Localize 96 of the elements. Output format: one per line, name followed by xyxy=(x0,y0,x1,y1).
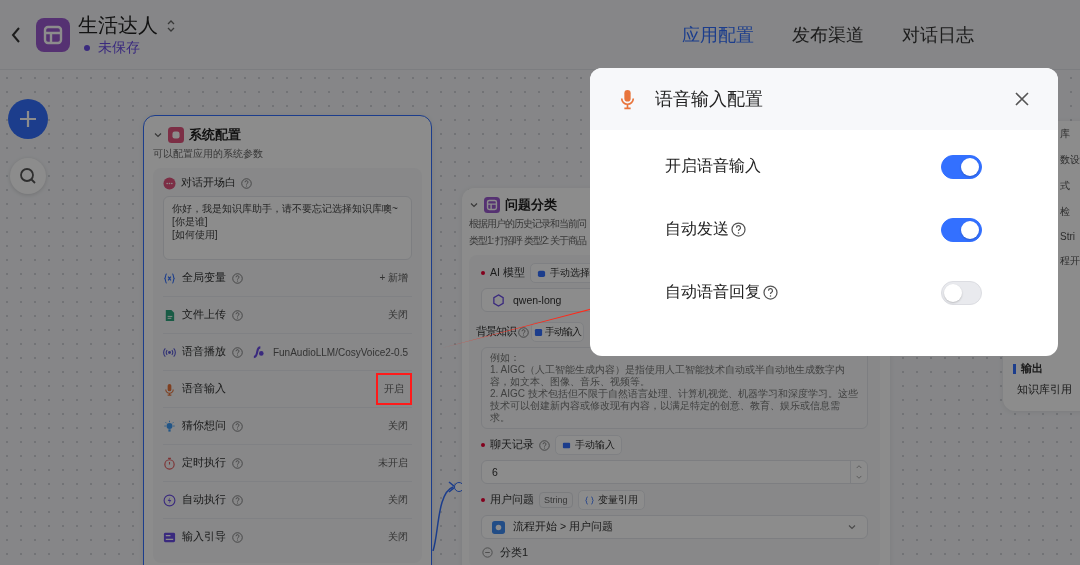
input-icon xyxy=(562,440,571,450)
lightbulb-icon xyxy=(163,419,176,433)
help-icon xyxy=(539,439,550,451)
setting-value[interactable]: 关闭 xyxy=(384,491,412,509)
setting-label: 自动语音回复 xyxy=(665,282,761,302)
node-text: 程开 xyxy=(1060,254,1080,268)
save-status: 未保存 xyxy=(98,39,140,57)
stopwatch-icon xyxy=(163,456,176,470)
input-icon xyxy=(534,327,543,337)
help-icon xyxy=(763,285,778,300)
node-text: 检 xyxy=(1060,205,1071,219)
mode-select[interactable]: 变量引用 xyxy=(577,490,645,510)
collapse-icon[interactable] xyxy=(469,200,479,210)
node-text: 库 xyxy=(1060,127,1071,141)
broadcast-icon xyxy=(163,345,176,359)
node-description: 根据用户的历史记录和当前问 xyxy=(469,217,586,231)
collapse-icon[interactable] xyxy=(153,130,163,140)
toggle-switch[interactable] xyxy=(941,154,982,179)
field-label: 背景知识 xyxy=(476,325,516,339)
setting-label: 全局变量 xyxy=(182,271,226,285)
node-description: 类型1: 打招呼 类型2: 关于商品 xyxy=(469,234,586,248)
node-title: 系统配置 xyxy=(189,126,241,144)
setting-value[interactable]: 开启 xyxy=(376,373,412,405)
setting-value[interactable]: FunAudioLLM/CosyVoice2-0.5 xyxy=(268,344,412,360)
setting-label: 猜你想问 xyxy=(182,419,226,433)
variable-select[interactable]: 流程开始 > 用户问题 xyxy=(481,515,868,539)
field-label: 对话开场白 xyxy=(181,176,236,190)
search-button[interactable] xyxy=(10,158,46,194)
close-icon[interactable] xyxy=(1014,91,1030,107)
mode-select[interactable]: 手动输入 xyxy=(555,435,622,455)
help-icon xyxy=(731,222,746,237)
type-tag: String xyxy=(539,492,573,508)
field-label: 用户问题 xyxy=(490,493,534,507)
model-logo-icon xyxy=(492,293,505,307)
setting-label: 自动发送 xyxy=(665,219,729,239)
node-title: 问题分类 xyxy=(505,196,557,214)
setting-value[interactable]: 关闭 xyxy=(384,528,412,546)
field-label: 知识库引用 xyxy=(1017,383,1072,395)
help-icon xyxy=(232,272,243,284)
nav-tab[interactable]: 应用配置 xyxy=(682,22,754,47)
start-node-icon xyxy=(492,520,505,534)
node-icon xyxy=(484,197,500,213)
node-icon xyxy=(168,127,184,143)
help-icon xyxy=(232,309,243,321)
setting-label: 自动执行 xyxy=(182,493,226,507)
help-icon xyxy=(232,346,243,358)
help-icon xyxy=(232,457,243,469)
robot-icon xyxy=(536,268,546,278)
microphone-icon xyxy=(163,382,176,396)
help-icon xyxy=(241,177,252,189)
setting-label: 文件上传 xyxy=(182,308,226,322)
keyboard-icon xyxy=(163,530,176,544)
search-icon xyxy=(18,166,38,186)
help-icon xyxy=(232,531,243,543)
nav-tab[interactable]: 对话日志 xyxy=(902,22,974,47)
music-note-icon xyxy=(251,345,265,359)
setting-value[interactable]: + 新增 xyxy=(375,269,412,287)
setting-value[interactable]: 未开启 xyxy=(374,454,412,472)
class-label: 分类1 xyxy=(500,545,529,560)
file-icon xyxy=(163,308,176,322)
setting-label: 输入引导 xyxy=(182,530,226,544)
mode-select[interactable]: 手动输入 xyxy=(531,322,584,342)
dialog-title: 语音输入配置 xyxy=(655,88,763,111)
minus-circle-icon[interactable] xyxy=(481,546,494,559)
nav-tab[interactable]: 发布渠道 xyxy=(792,22,864,47)
variable-icon xyxy=(584,495,594,505)
plus-icon xyxy=(18,109,38,129)
setting-label: 语音输入 xyxy=(182,382,226,396)
help-icon xyxy=(518,326,529,338)
status-dot xyxy=(84,45,90,51)
section-label: 输出 xyxy=(1021,361,1043,376)
field-label: AI 模型 xyxy=(490,266,525,280)
microphone-icon xyxy=(620,88,635,110)
variable-icon xyxy=(163,271,176,285)
node-text: 式 xyxy=(1060,179,1071,193)
setting-label: 语音播放 xyxy=(182,345,226,359)
chevron-down-icon xyxy=(847,522,857,532)
toggle-switch[interactable] xyxy=(941,217,982,242)
node-text: 数设 xyxy=(1060,153,1080,167)
setting-value[interactable]: 关闭 xyxy=(384,417,412,435)
setting-label: 开启语音输入 xyxy=(665,156,761,176)
help-icon xyxy=(232,420,243,432)
help-icon xyxy=(232,494,243,506)
node-text: Stri xyxy=(1060,231,1076,242)
app-name: 生活达人 xyxy=(78,13,158,38)
welcome-text-field[interactable]: 你好，我是知识库助手，请不要忘记选择知识库噢~ [你是谁] [如何使用] xyxy=(163,196,412,260)
number-input[interactable]: 6 xyxy=(481,460,868,484)
setting-label: 定时执行 xyxy=(182,456,226,470)
background-text-field[interactable]: 例如： 1. AIGC（人工智能生成内容）是指使用人工智能技术自动或半自动地生成数字内容，如文本、图像、音乐、视频等。 2. AIGC 技术包括但不限于自然语言处理、计算机视觉、机器学习和深度学习。这些技术可以创建新内容或修改现有内容，以满足特定的创意、教育、娱乐或信息需求。 xyxy=(481,347,868,429)
add-button[interactable] xyxy=(8,99,48,139)
field-label: 聊天记录 xyxy=(490,438,534,452)
node-description: 可以配置应用的系统参数 xyxy=(153,147,264,161)
setting-value[interactable]: 关闭 xyxy=(384,306,412,324)
app-icon xyxy=(36,17,70,52)
lightning-icon xyxy=(163,493,176,507)
chat-bubble-icon xyxy=(163,176,176,190)
